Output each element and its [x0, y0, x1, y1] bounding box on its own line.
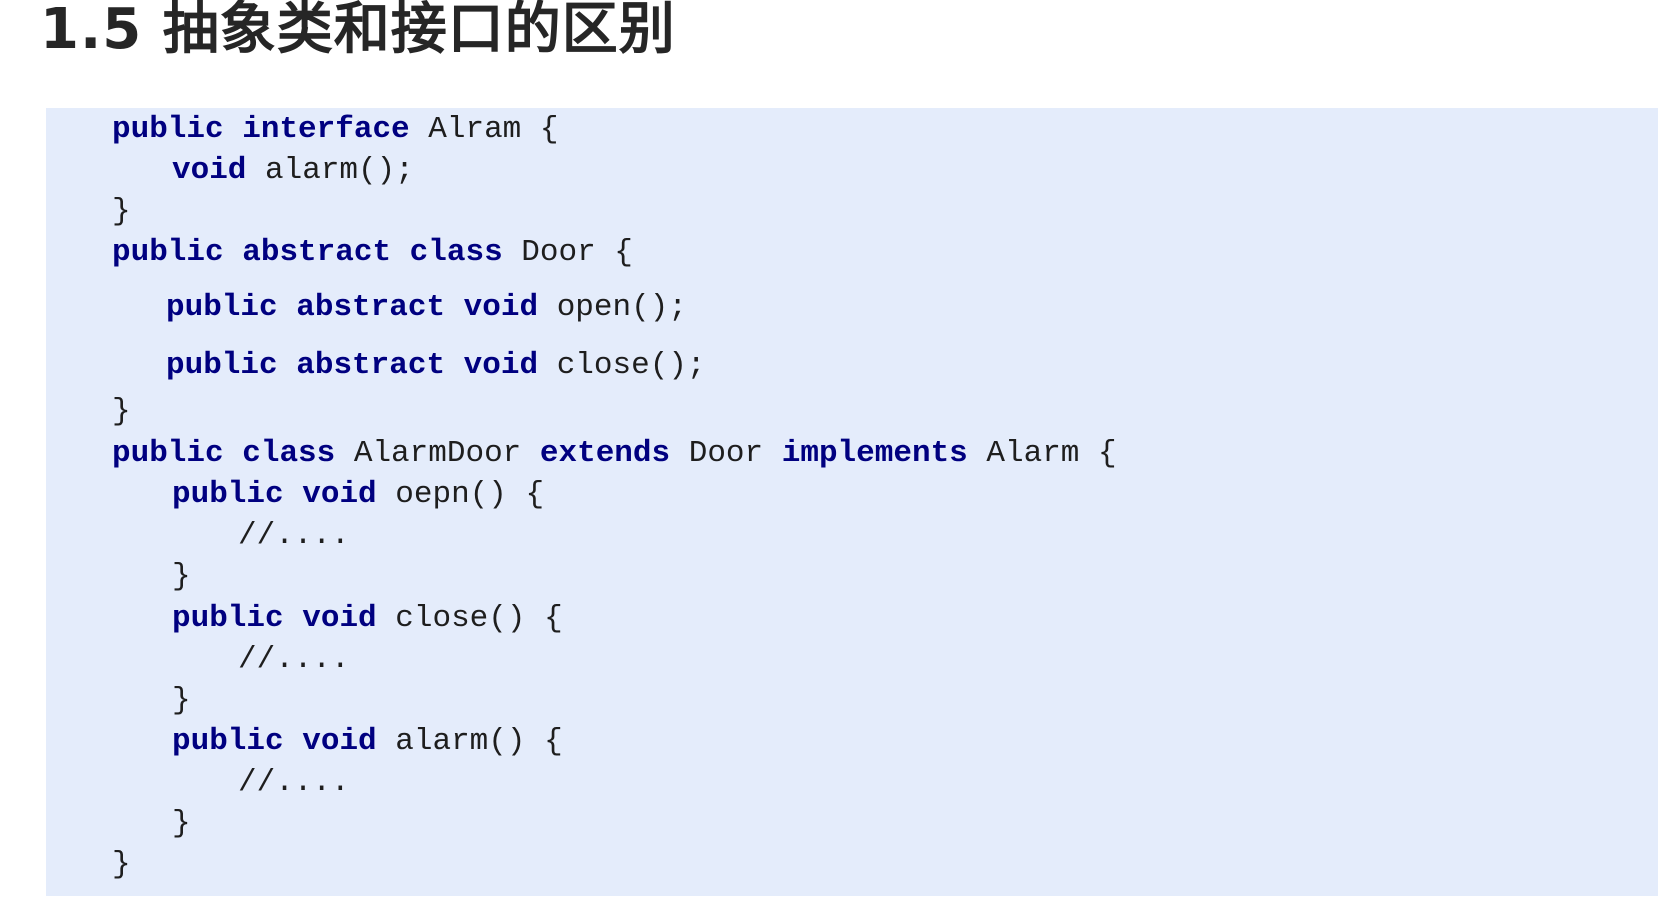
code-text: Alram { — [409, 112, 559, 147]
code-keyword: extends — [539, 436, 671, 471]
code-line: //.... — [238, 518, 350, 554]
code-line: //.... — [238, 765, 350, 801]
code-line: public class AlarmDoor extends Door impl… — [112, 436, 1117, 472]
code-keyword: abstract — [296, 348, 446, 383]
code-keyword: void — [302, 477, 377, 512]
code-line: } — [172, 683, 191, 719]
code-line: public interface Alram { — [112, 112, 559, 148]
code-line: public void close() { — [172, 601, 563, 637]
code-line: } — [172, 806, 191, 842]
code-keyword: abstract — [296, 290, 446, 325]
code-text: //.... — [238, 765, 350, 800]
code-text: Door — [670, 436, 782, 471]
code-text: } — [172, 559, 191, 594]
code-text: open(); — [538, 290, 687, 325]
code-keyword: interface — [242, 112, 410, 147]
code-text: } — [172, 806, 191, 841]
code-keyword: public — [172, 601, 284, 636]
code-text: close(); — [538, 348, 706, 383]
code-text: //.... — [238, 642, 350, 677]
code-keyword: public — [172, 477, 284, 512]
code-keyword: void — [463, 290, 539, 325]
code-line: public abstract void close(); — [166, 348, 706, 384]
code-line: } — [112, 847, 131, 883]
code-keyword: public — [112, 436, 224, 471]
code-keyword: class — [409, 235, 503, 270]
code-text: Alarm { — [967, 436, 1117, 471]
code-text: close() { — [376, 601, 563, 636]
code-keyword: void — [172, 153, 247, 188]
code-keyword: void — [302, 724, 377, 759]
code-text: alarm() { — [376, 724, 563, 759]
code-keyword: public — [172, 724, 284, 759]
code-line: } — [112, 194, 131, 230]
code-text: AlarmDoor — [335, 436, 540, 471]
code-keyword: public — [112, 235, 224, 270]
code-line: public abstract void open(); — [166, 290, 687, 326]
code-keyword: public — [166, 348, 278, 383]
code-text: } — [112, 847, 131, 882]
code-keyword: abstract — [242, 235, 392, 270]
code-keyword: public — [112, 112, 224, 147]
code-line: //.... — [238, 642, 350, 678]
code-line: public abstract class Door { — [112, 235, 633, 271]
code-line: public void alarm() { — [172, 724, 563, 760]
code-text: oepn() { — [376, 477, 545, 512]
code-line: } — [172, 559, 191, 595]
code-keyword: public — [166, 290, 278, 325]
code-keyword: void — [302, 601, 377, 636]
code-keyword: class — [242, 436, 336, 471]
code-keyword: void — [463, 348, 539, 383]
code-text: //.... — [238, 518, 350, 553]
code-text: } — [112, 394, 131, 429]
code-keyword: implements — [781, 436, 968, 471]
code-line: } — [112, 394, 131, 430]
page-title: 1.5 抽象类和接口的区别 — [40, 0, 676, 62]
code-text: alarm(); — [246, 153, 414, 188]
code-text: } — [172, 683, 191, 718]
code-text: } — [112, 194, 131, 229]
code-block: public interface Alram { void alarm();} pu… — [46, 108, 1658, 896]
code-line: void alarm(); — [172, 153, 414, 189]
code-text: Door { — [502, 235, 633, 270]
code-line: public void oepn() { — [172, 477, 544, 513]
slide: 1.5 抽象类和接口的区别 public interface Alram { vo… — [0, 0, 1680, 919]
